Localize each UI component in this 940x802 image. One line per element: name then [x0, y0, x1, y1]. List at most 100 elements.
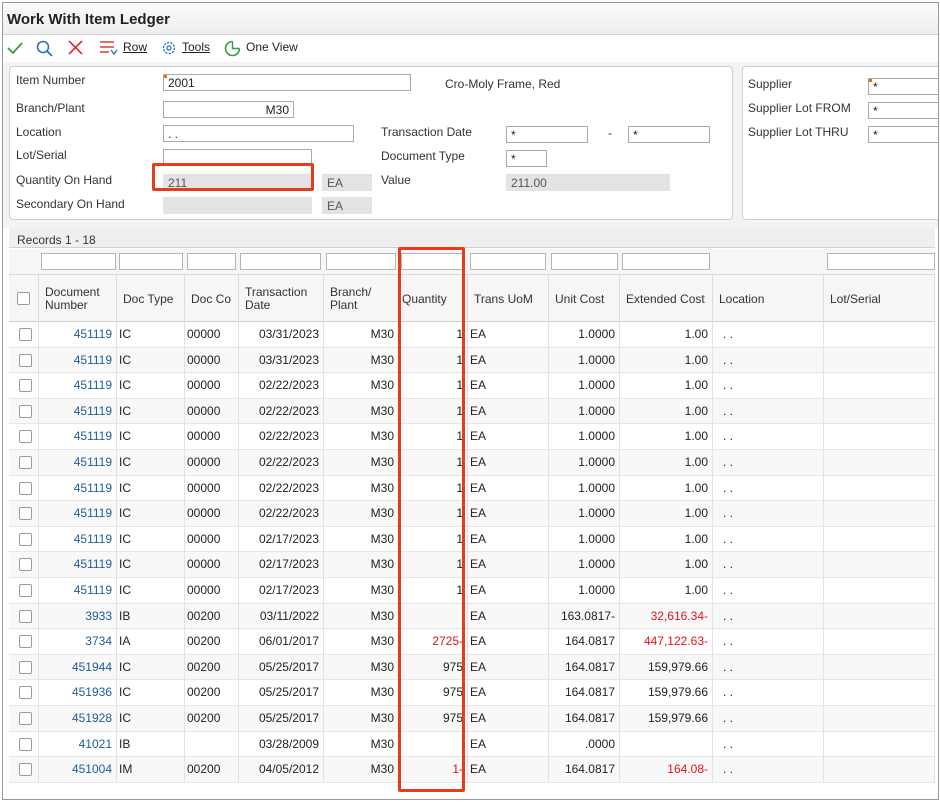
table-row[interactable]: 451119 IC 00000 02/17/2023 M30 1 EA 1.0000 1.00.…: [9, 578, 935, 604]
tools-menu-button[interactable]: Tools: [182, 40, 210, 54]
document-number-cell[interactable]: 451936: [39, 680, 117, 706]
row-checkbox[interactable]: [19, 532, 32, 546]
row-checkbox[interactable]: [19, 609, 32, 623]
column-header-trans-uom[interactable]: Trans UoM: [468, 275, 549, 323]
document-number-cell[interactable]: 451944: [39, 654, 117, 680]
select-all-checkbox[interactable]: [17, 292, 30, 305]
column-header-doc-co[interactable]: Doc Co: [185, 275, 239, 323]
row-checkbox[interactable]: [19, 584, 32, 597]
row-menu-button[interactable]: Row: [123, 40, 147, 54]
oneview-button[interactable]: One View: [246, 40, 298, 54]
lot-serial-cell: [824, 450, 935, 475]
document-number-cell[interactable]: 451119: [39, 501, 117, 527]
row-checkbox[interactable]: [19, 456, 32, 469]
table-row[interactable]: 3734 IA 00200 06/01/2017 M30 2725- EA 164.0817 4…: [9, 629, 935, 655]
document-number-cell[interactable]: 451119: [39, 450, 117, 475]
table-row[interactable]: 451119 IC 00000 03/31/2023 M30 1 EA 1.0000 1.00.…: [9, 347, 935, 374]
table-row[interactable]: 451928 IC 00200 05/25/2017 M30 975 EA 164.0817 1…: [9, 706, 935, 732]
column-header-transaction-date[interactable]: Transaction Date: [239, 275, 324, 323]
supplier-lot-thru-input[interactable]: *: [868, 126, 938, 143]
column-header-lot-serial[interactable]: Lot/Serial: [824, 275, 935, 323]
table-row[interactable]: 451944 IC 00200 05/25/2017 M30 975 EA 164.0817 1…: [9, 654, 935, 681]
filter-branch-plant[interactable]: [326, 253, 396, 270]
transaction-date-cell: 03/31/2023: [239, 347, 324, 373]
filter-doc-type[interactable]: [119, 253, 183, 270]
column-header-branch-plant[interactable]: Branch/ Plant: [324, 275, 399, 323]
column-header-extended-cost[interactable]: Extended Cost: [620, 275, 713, 323]
table-row[interactable]: 451119 IC 00000 02/22/2023 M30 1 EA 1.0000 1.00.…: [9, 450, 935, 476]
document-number-cell[interactable]: 451119: [39, 552, 117, 578]
close-icon[interactable]: [68, 40, 83, 58]
document-number-cell[interactable]: 3734: [39, 629, 117, 655]
row-checkbox[interactable]: [19, 404, 32, 418]
table-row[interactable]: 451119 IC 00000 02/17/2023 M30 1 EA 1.0000 1.00.…: [9, 526, 935, 553]
table-row[interactable]: 451119 IC 00000 02/17/2023 M30 1 EA 1.0000 1.00.…: [9, 552, 935, 578]
filter-doc-co[interactable]: [187, 253, 236, 270]
unit-cost-cell: 1.0000: [549, 501, 620, 527]
document-number-cell[interactable]: 451119: [39, 578, 117, 603]
location-input[interactable]: . .: [163, 125, 354, 142]
filter-document-number[interactable]: [41, 253, 116, 270]
table-row[interactable]: 451119 IC 00000 02/22/2023 M30 1 EA 1.0000 1.00.…: [9, 373, 935, 399]
document-number-cell[interactable]: 451119: [39, 373, 117, 399]
secondary-on-hand-uom: EA: [322, 197, 372, 214]
table-row[interactable]: 451119 IC 00000 02/22/2023 M30 1 EA 1.0000 1.00.…: [9, 398, 935, 425]
trans-uom-cell: EA: [468, 526, 549, 552]
row-menu-icon[interactable]: [99, 40, 119, 58]
doc-co-cell: 00000: [185, 373, 239, 399]
transaction-date-from-input[interactable]: *: [506, 126, 588, 143]
table-row[interactable]: 451004 IM 00200 04/05/2012 M30 1- EA 164.0817 16…: [9, 757, 935, 783]
branch-plant-input[interactable]: M30: [163, 101, 294, 118]
transaction-date-to-input[interactable]: *: [628, 126, 710, 143]
table-row[interactable]: 451936 IC 00200 05/25/2017 M30 975 EA 164.0817 1…: [9, 680, 935, 706]
column-header-document-number[interactable]: Document Number: [39, 275, 117, 323]
row-checkbox[interactable]: [19, 686, 32, 700]
filter-transaction-date[interactable]: [240, 253, 321, 270]
filter-trans-uom[interactable]: [470, 253, 546, 270]
table-row[interactable]: 451119 IC 00000 02/22/2023 M30 1 EA 1.0000 1.00.…: [9, 424, 935, 450]
column-header-doc-type[interactable]: Doc Type: [117, 275, 185, 323]
row-checkbox[interactable]: [19, 763, 32, 777]
document-number-cell[interactable]: 3933: [39, 603, 117, 629]
supplier-lot-from-input[interactable]: *: [868, 102, 938, 119]
row-checkbox[interactable]: [19, 328, 32, 341]
document-number-cell[interactable]: 451119: [39, 424, 117, 450]
row-checkbox[interactable]: [19, 379, 32, 393]
document-number-cell[interactable]: 451119: [39, 322, 117, 347]
oneview-icon[interactable]: [224, 40, 241, 58]
filter-unit-cost[interactable]: [551, 253, 618, 270]
table-row[interactable]: 3933 IB 00200 03/11/2022 M30 EA 163.0817- 32,61…: [9, 603, 935, 630]
filter-lot-serial[interactable]: [827, 253, 935, 270]
column-header-location[interactable]: Location: [713, 275, 824, 323]
table-row[interactable]: 41021 IB 03/28/2009 M30 EA .0000 . .: [9, 731, 935, 758]
search-icon[interactable]: [36, 40, 53, 58]
check-icon[interactable]: [7, 40, 23, 58]
document-number-cell[interactable]: 451119: [39, 475, 117, 501]
document-number-cell[interactable]: 451119: [39, 526, 117, 552]
table-row[interactable]: 451119 IC 00000 03/31/2023 M30 1 EA 1.0000 1.00.…: [9, 322, 935, 348]
document-number-cell[interactable]: 451004: [39, 757, 117, 783]
document-number-cell[interactable]: 451928: [39, 706, 117, 731]
row-checkbox[interactable]: [19, 353, 32, 367]
document-type-input[interactable]: *: [506, 150, 547, 167]
row-checkbox[interactable]: [19, 635, 32, 649]
document-number-cell[interactable]: 451119: [39, 398, 117, 424]
row-checkbox[interactable]: [19, 660, 32, 674]
row-checkbox[interactable]: [19, 737, 32, 751]
document-number-cell[interactable]: 451119: [39, 347, 117, 373]
doc-type-cell: IC: [117, 706, 185, 731]
row-checkbox[interactable]: [19, 558, 32, 572]
column-header-unit-cost[interactable]: Unit Cost: [549, 275, 620, 323]
item-number-input[interactable]: 2001: [163, 74, 411, 91]
table-row[interactable]: 451119 IC 00000 02/22/2023 M30 1 EA 1.0000 1.00.…: [9, 475, 935, 502]
row-checkbox[interactable]: [19, 481, 32, 495]
row-checkbox[interactable]: [19, 507, 32, 521]
value-label: Value: [381, 173, 411, 187]
document-number-cell[interactable]: 41021: [39, 731, 117, 757]
row-checkbox[interactable]: [19, 430, 32, 444]
table-row[interactable]: 451119 IC 00000 02/22/2023 M30 1 EA 1.0000 1.00.…: [9, 501, 935, 527]
supplier-input[interactable]: *: [868, 78, 938, 95]
gear-icon[interactable]: [161, 40, 177, 58]
filter-extended-cost[interactable]: [622, 253, 710, 270]
row-checkbox[interactable]: [19, 712, 32, 725]
